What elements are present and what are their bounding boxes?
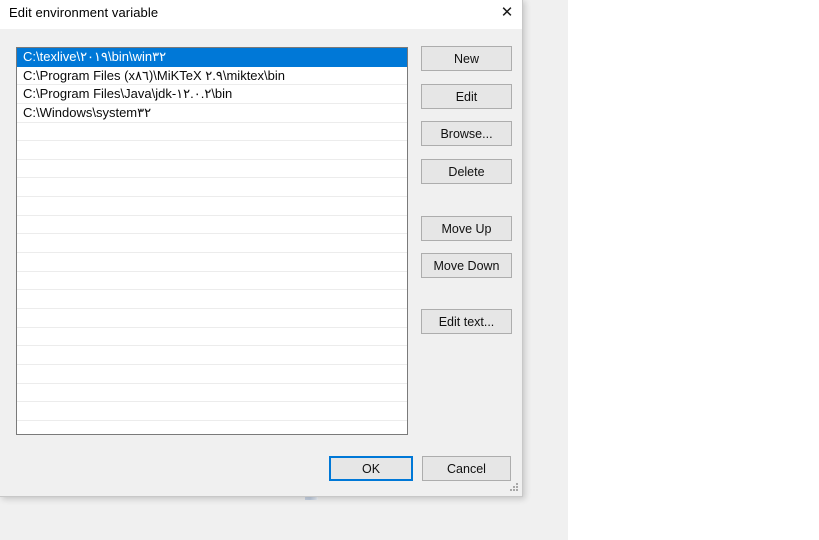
path-list-item-empty[interactable]	[17, 160, 407, 179]
path-list-item-empty[interactable]	[17, 216, 407, 235]
path-list-item-empty[interactable]	[17, 178, 407, 198]
path-list-item-empty[interactable]	[17, 402, 407, 421]
browse-button[interactable]: Browse...	[421, 121, 512, 146]
path-list-item-empty[interactable]	[17, 234, 407, 254]
path-list-item[interactable]: C:\Program Files (x٨٦)\MiKTeX ٢.٩\miktex…	[17, 67, 407, 86]
path-list-item-empty[interactable]	[17, 365, 407, 384]
close-icon[interactable]: ✕	[484, 0, 530, 25]
path-list-item-empty[interactable]	[17, 290, 407, 309]
path-list-item-empty[interactable]	[17, 123, 407, 142]
new-button[interactable]: New	[421, 46, 512, 71]
path-list-item-empty[interactable]	[17, 309, 407, 328]
path-list-item-empty[interactable]	[17, 197, 407, 216]
path-list-item-empty[interactable]	[17, 141, 407, 160]
path-list-item-empty[interactable]	[17, 253, 407, 272]
edit-text-button[interactable]: Edit text...	[421, 309, 512, 334]
dialog-title: Edit environment variable	[9, 5, 159, 20]
dialog-titlebar[interactable]: Edit environment variable ✕	[0, 0, 522, 29]
ok-button[interactable]: OK	[329, 456, 413, 481]
delete-button[interactable]: Delete	[421, 159, 512, 184]
edit-button[interactable]: Edit	[421, 84, 512, 109]
path-list-item-empty[interactable]	[17, 346, 407, 365]
path-list-item-empty[interactable]	[17, 384, 407, 403]
cancel-button[interactable]: Cancel	[422, 456, 511, 481]
dialog-resize-grip[interactable]	[510, 483, 520, 493]
path-list-item[interactable]: C:\Program Files\Java\jdk-١٢.٠.٢\bin	[17, 85, 407, 104]
path-list-item-empty[interactable]	[17, 328, 407, 347]
edit-environment-variable-dialog: Edit environment variable ✕ C:\texlive\٢…	[0, 0, 523, 497]
move-down-button[interactable]: Move Down	[421, 253, 512, 278]
move-up-button[interactable]: Move Up	[421, 216, 512, 241]
path-list-item[interactable]: C:\Windows\system٣٢	[17, 104, 407, 123]
path-entries-listbox[interactable]: C:\texlive\٢٠١٩\bin\win٣٢ C:\Program File…	[16, 47, 408, 435]
path-list-item[interactable]: C:\texlive\٢٠١٩\bin\win٣٢	[17, 48, 407, 67]
path-list-item-empty[interactable]	[17, 272, 407, 291]
